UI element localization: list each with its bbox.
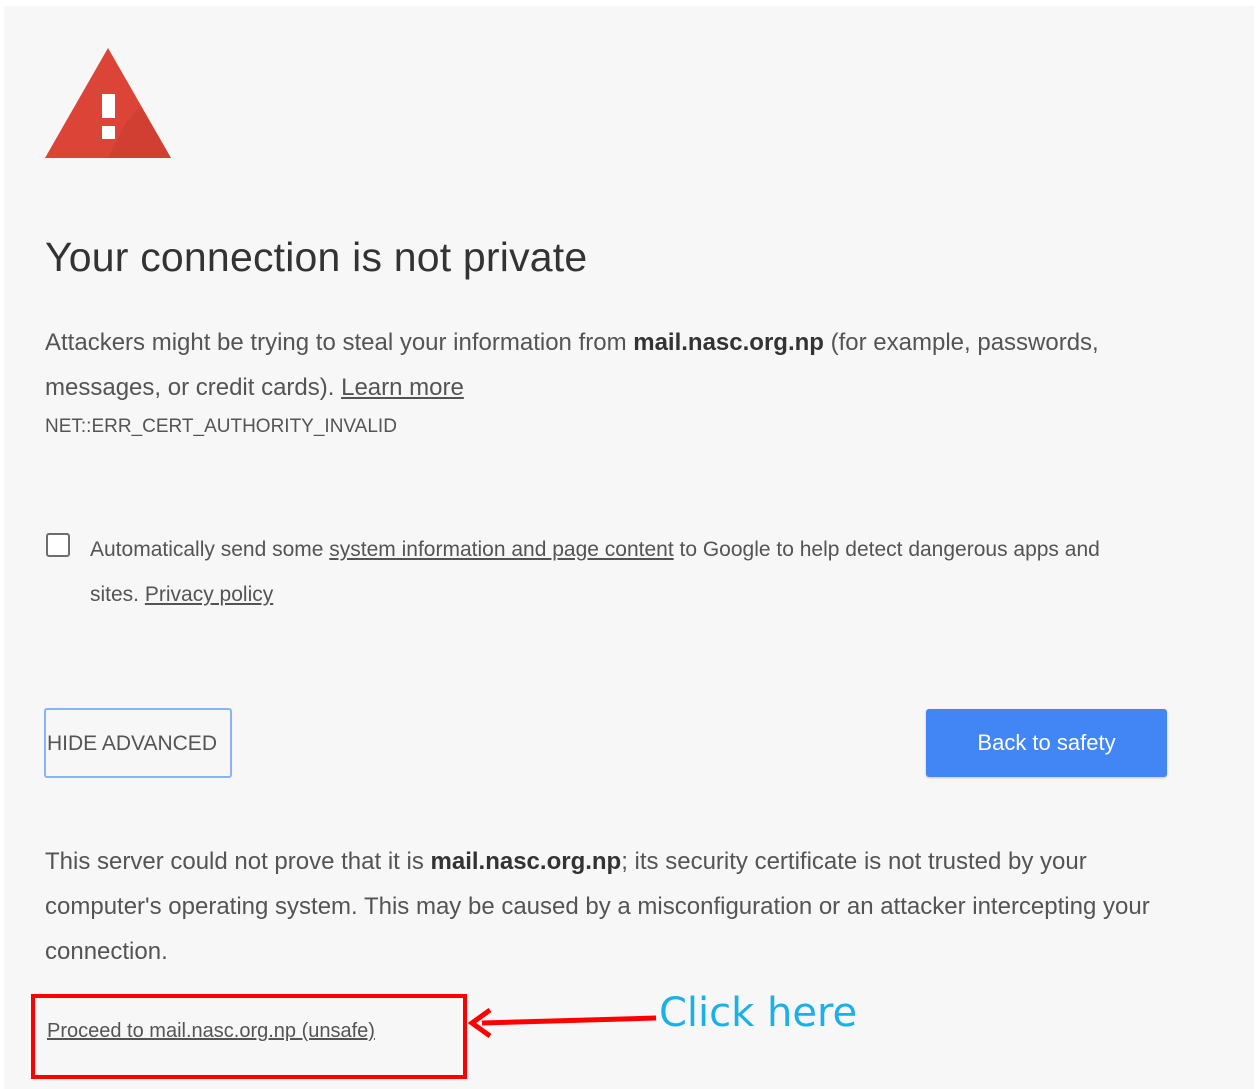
hide-advanced-button[interactable]: HIDE ADVANCED xyxy=(44,708,232,778)
page-title: Your connection is not private xyxy=(45,234,588,280)
learn-more-link[interactable]: Learn more xyxy=(341,374,464,401)
host-name: mail.nasc.org.np xyxy=(633,329,824,356)
main-message: Attackers might be trying to steal your … xyxy=(45,320,1185,410)
privacy-policy-link[interactable]: Privacy policy xyxy=(145,583,273,606)
main-message-text: Attackers might be trying to steal your … xyxy=(45,329,634,356)
annotation-callout: Click here xyxy=(659,990,858,1036)
details-host-name: mail.nasc.org.np xyxy=(430,848,622,875)
checkbox-icon[interactable] xyxy=(46,533,70,557)
error-code: NET::ERR_CERT_AUTHORITY_INVALID xyxy=(45,416,397,437)
system-info-link[interactable]: system information and page content xyxy=(329,538,673,561)
details-text: This server could not prove that it is xyxy=(45,848,431,875)
reporting-opt-in-label: Automatically send some system informati… xyxy=(90,527,1110,617)
warning-triangle-icon xyxy=(45,48,171,158)
back-to-safety-button[interactable]: Back to safety xyxy=(926,709,1167,777)
hide-advanced-label: HIDE ADVANCED xyxy=(47,732,217,755)
details-message: This server could not prove that it is m… xyxy=(45,839,1185,974)
interstitial-page: Your connection is not private Attackers… xyxy=(4,6,1254,1089)
annotation-highlight-box xyxy=(31,994,467,1079)
arrow-left-icon xyxy=(468,1007,657,1039)
reporting-text: Automatically send some xyxy=(90,538,330,561)
